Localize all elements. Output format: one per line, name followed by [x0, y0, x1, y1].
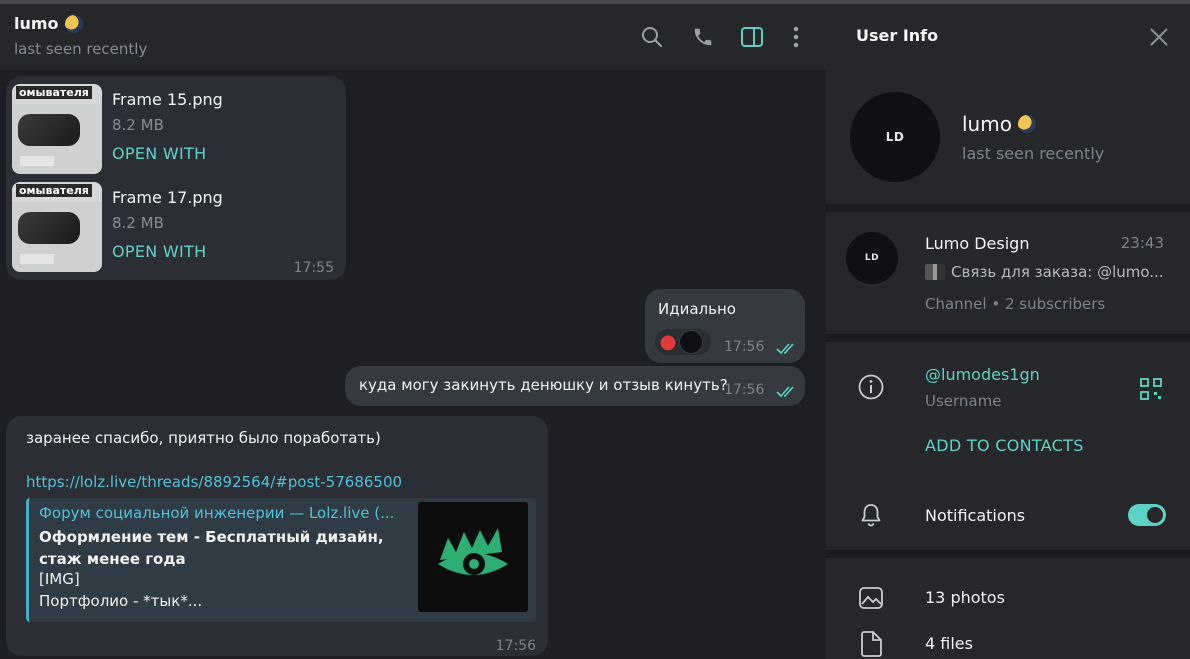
- eye-logo-icon: [438, 528, 508, 575]
- notifications-toggle[interactable]: [1128, 504, 1166, 526]
- user-info-panel: User Info LD lumo last seen recently LD …: [826, 4, 1190, 659]
- section-divider: [826, 550, 1190, 558]
- profile-name: lumo: [962, 112, 1036, 136]
- photo-icon: [857, 584, 885, 612]
- peer-name[interactable]: lumo: [14, 14, 83, 33]
- channel-name: Lumo Design: [925, 234, 1030, 253]
- chat-header[interactable]: lumo last seen recently: [0, 4, 826, 70]
- channel-last-message-text: Связь для заказа: @lumo...: [951, 263, 1164, 281]
- channel-avatar[interactable]: LD: [846, 232, 898, 284]
- preview-site-name: Форум социальной инженерии — Lolz.live (…: [39, 504, 395, 522]
- channel-last-message: Связь для заказа: @lumo...: [925, 263, 1164, 281]
- message-text: заранее спасибо, приятно было поработать…: [26, 429, 381, 447]
- channel-subscribers: Channel • 2 subscribers: [925, 295, 1106, 313]
- reactor-avatar: [679, 330, 703, 354]
- link-preview[interactable]: Форум социальной инженерии — Lolz.live (…: [26, 498, 536, 622]
- section-divider: [826, 204, 1190, 212]
- profile-name-text: lumo: [962, 112, 1012, 136]
- file-attachment[interactable]: омывателя Frame 15.png 8.2 MB OPEN WITH: [12, 84, 332, 174]
- thumbnail-tag: [20, 156, 54, 166]
- section-divider: [826, 334, 1190, 342]
- chat-area: lumo last seen recently омывателя Frame …: [0, 4, 826, 659]
- peer-status: last seen recently: [14, 40, 148, 58]
- username-value[interactable]: @lumodes1gn: [925, 365, 1040, 384]
- moon-emoji-icon: [64, 14, 83, 33]
- device-image: [18, 212, 80, 244]
- toggle-knob: [1147, 507, 1163, 523]
- moon-emoji-icon: [1017, 115, 1036, 133]
- info-icon: [857, 373, 885, 401]
- outgoing-message-bubble: Идиально 17:56: [645, 289, 805, 363]
- message-text: Идиально: [658, 300, 736, 318]
- files-count[interactable]: 4 files: [925, 634, 973, 653]
- avatar[interactable]: LD: [850, 92, 940, 182]
- file-icon: [857, 630, 885, 658]
- preview-description: Портфолио - *тык*...: [39, 592, 203, 610]
- channel-avatar-initials: LD: [864, 253, 880, 263]
- outgoing-message-bubble: куда могу закинуть денюшку и отзыв кинут…: [345, 366, 805, 406]
- bell-icon: [857, 501, 885, 529]
- file-name: Frame 17.png: [112, 188, 223, 207]
- preview-title: Оформление тем - Бесплатный дизайн, стаж…: [39, 528, 384, 568]
- file-attachment[interactable]: омывателя Frame 17.png 8.2 MB OPEN WITH: [12, 182, 332, 272]
- sidebar-toggle-icon[interactable]: [739, 24, 765, 50]
- search-icon[interactable]: [639, 24, 665, 50]
- thumbnail-caption: омывателя: [16, 86, 92, 99]
- preview-thumbnail: [418, 502, 528, 612]
- file-size: 8.2 MB: [112, 214, 164, 232]
- message-thumbnail-icon: [925, 264, 945, 280]
- thumbnail-tag: [20, 254, 54, 264]
- file-thumbnail[interactable]: омывателя: [12, 182, 102, 272]
- peer-name-text: lumo: [14, 14, 59, 33]
- file-name: Frame 15.png: [112, 90, 223, 109]
- heart-reaction-icon: [659, 333, 677, 351]
- message-time: 17:55: [293, 260, 334, 276]
- phone-icon[interactable]: [690, 24, 716, 50]
- double-check-icon: [776, 343, 794, 355]
- profile-status: last seen recently: [962, 144, 1105, 163]
- username-label: Username: [925, 392, 1002, 410]
- double-check-icon: [776, 386, 794, 398]
- incoming-message-bubble: заранее спасибо, приятно было поработать…: [6, 416, 548, 656]
- device-image: [18, 114, 80, 146]
- open-with-button[interactable]: OPEN WITH: [112, 144, 206, 163]
- channel-time: 23:43: [1120, 234, 1164, 252]
- message-link[interactable]: https://lolz.live/threads/8892564/#post-…: [26, 473, 402, 491]
- message-time: 17:56: [724, 339, 765, 355]
- open-with-button[interactable]: OPEN WITH: [112, 242, 206, 261]
- message-time: 17:56: [495, 638, 536, 654]
- thumbnail-caption: омывателя: [16, 184, 92, 197]
- panel-title: User Info: [856, 26, 939, 45]
- close-icon[interactable]: [1148, 26, 1170, 48]
- message-time: 17:56: [724, 382, 765, 398]
- files-message-bubble: омывателя Frame 15.png 8.2 MB OPEN WITH …: [6, 76, 346, 280]
- more-vertical-icon[interactable]: [783, 24, 809, 50]
- file-thumbnail[interactable]: омывателя: [12, 84, 102, 174]
- file-size: 8.2 MB: [112, 116, 164, 134]
- avatar-initials: LD: [885, 130, 905, 144]
- preview-img-text: [IMG]: [39, 570, 80, 588]
- reaction-badge[interactable]: [655, 329, 711, 355]
- add-to-contacts-button[interactable]: ADD TO CONTACTS: [925, 436, 1084, 455]
- photos-count[interactable]: 13 photos: [925, 588, 1005, 607]
- message-text: куда могу закинуть денюшку и отзыв кинут…: [359, 376, 728, 394]
- notifications-label: Notifications: [925, 506, 1026, 525]
- qr-code-icon[interactable]: [1137, 375, 1165, 403]
